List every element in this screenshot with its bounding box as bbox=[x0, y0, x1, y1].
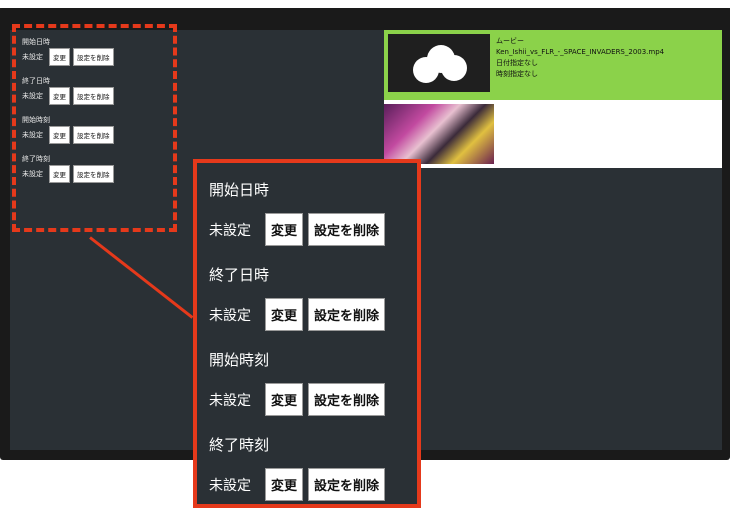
callout-end-time-status: 未設定 bbox=[209, 477, 251, 494]
callout-end-date-change-button[interactable]: 変更 bbox=[265, 298, 304, 331]
callout-start-time-delete-button[interactable]: 設定を削除 bbox=[308, 383, 386, 416]
media-filename: Ken_Ishii_vs_FLR_-_SPACE_INVADERS_2003.m… bbox=[496, 48, 665, 56]
callout-end-date-title: 終了日時 bbox=[209, 266, 270, 284]
callout-end-date-status: 未設定 bbox=[209, 307, 251, 324]
callout-start-date-status: 未設定 bbox=[209, 222, 251, 239]
callout-start-date-delete-button[interactable]: 設定を削除 bbox=[308, 213, 386, 246]
cloud-icon bbox=[409, 43, 469, 83]
callout-start-time-group: 開始時刻 未設定 変更 設定を削除 bbox=[209, 349, 390, 416]
callout-end-date-delete-button[interactable]: 設定を削除 bbox=[308, 298, 386, 331]
media-thumbnail-image bbox=[384, 104, 494, 164]
callout-start-date-title: 開始日時 bbox=[209, 181, 270, 199]
callout-end-time-title: 終了時刻 bbox=[209, 436, 270, 454]
callout-start-date-change-button[interactable]: 変更 bbox=[265, 213, 304, 246]
callout-start-time-change-button[interactable]: 変更 bbox=[265, 383, 304, 416]
callout-end-time-change-button[interactable]: 変更 bbox=[265, 468, 304, 501]
callout-start-time-status: 未設定 bbox=[209, 392, 251, 409]
callout-end-date-group: 終了日時 未設定 変更 設定を削除 bbox=[209, 264, 390, 331]
callout-start-time-title: 開始時刻 bbox=[209, 351, 270, 369]
media-date-note: 日付指定なし bbox=[496, 59, 538, 67]
callout-start-date-group: 開始日時 未設定 変更 設定を削除 bbox=[209, 179, 390, 246]
media-thumbnail bbox=[388, 34, 490, 92]
media-type: ムービー bbox=[496, 37, 524, 45]
callout-end-time-delete-button[interactable]: 設定を削除 bbox=[308, 468, 386, 501]
media-list-item-selected[interactable]: ムービー Ken_Ishii_vs_FLR_-_SPACE_INVADERS_2… bbox=[384, 30, 722, 100]
media-info: ムービー Ken_Ishii_vs_FLR_-_SPACE_INVADERS_2… bbox=[496, 36, 664, 80]
settings-callout: 開始日時 未設定 変更 設定を削除 終了日時 未設定 変更 設定を削除 開始時刻… bbox=[193, 159, 421, 508]
callout-end-time-group: 終了時刻 未設定 変更 設定を削除 bbox=[209, 434, 390, 501]
highlight-box bbox=[12, 24, 177, 232]
media-time-note: 時刻指定なし bbox=[496, 70, 538, 78]
media-list-item[interactable] bbox=[384, 100, 722, 168]
